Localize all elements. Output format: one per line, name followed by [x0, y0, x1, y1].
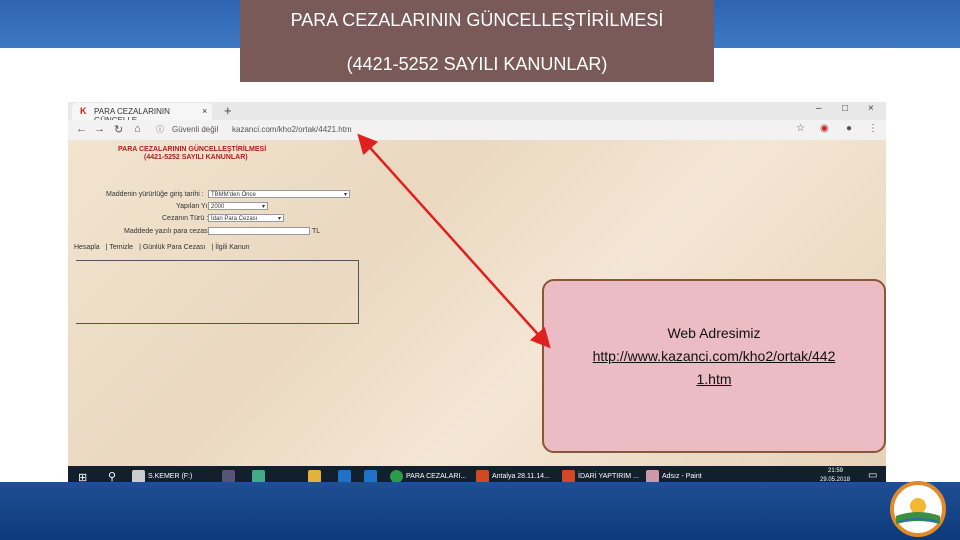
- ceza-select[interactable]: İdari Para Cezası ▾: [208, 214, 284, 222]
- result-box: [76, 260, 359, 324]
- currency-label: TL: [312, 228, 321, 235]
- home-icon[interactable]: ⌂: [134, 123, 141, 135]
- site-favicon-icon: K: [80, 106, 87, 116]
- taskbar-item-drive[interactable]: S.KEMER (F:): [148, 473, 192, 480]
- url-text: kazanci.com/kho2/ortak/4421.htm: [232, 125, 352, 134]
- year-select[interactable]: 2000 ▾: [208, 202, 268, 210]
- ceza-value: İdari Para Cezası: [211, 216, 258, 222]
- web-address-callout: Web Adresimiz http://www.kazanci.com/kho…: [542, 279, 886, 453]
- action-tabs: Hesapla | Temizle | Günlük Para Cezası | İl…: [74, 244, 250, 251]
- close-window-button[interactable]: ×: [868, 103, 874, 114]
- info-icon[interactable]: ⓘ: [156, 124, 164, 135]
- taskbar-item-ppt1[interactable]: Antalya 28.11.14...: [492, 473, 550, 480]
- ceza-label: Cezanın Türü :: [162, 215, 209, 222]
- chevron-down-icon: ▾: [261, 204, 265, 210]
- madde-select[interactable]: TBMM'den Önce ▾: [208, 190, 350, 198]
- calculate-tab[interactable]: Hesapla: [74, 244, 100, 251]
- menu-icon[interactable]: ⋮: [868, 123, 878, 134]
- new-tab-button[interactable]: +: [224, 103, 232, 118]
- madde-label: Maddenin yürürlüğe giriş tarihi :: [106, 191, 204, 198]
- maximize-button[interactable]: □: [842, 103, 848, 114]
- clock-time: 21:59: [828, 468, 844, 474]
- slide-title-line1: PARA CEZALARININ GÜNCELLEŞTİRİLMESİ: [290, 10, 664, 30]
- slide-title-line2: (4421-5252 SAYILI KANUNLAR): [346, 54, 608, 74]
- extension-icon[interactable]: ◉: [820, 123, 829, 134]
- browser-tab-bar: K PARA CEZALARININ GÜNCELLE × + – □ ×: [68, 102, 886, 125]
- chevron-down-icon: ▾: [343, 192, 347, 198]
- address-bar-row: ← → ↻ ⌂ ⓘ Güvenli değil kazanci.com/kho2…: [68, 120, 886, 141]
- miktar-input[interactable]: [208, 227, 310, 235]
- taskbar-item-paint[interactable]: Adsız - Paint: [662, 473, 702, 480]
- year-value: 2000: [211, 204, 225, 210]
- daily-fine-tab[interactable]: Günlük Para Cezası: [143, 244, 206, 251]
- back-icon[interactable]: ←: [76, 123, 87, 135]
- minimize-button[interactable]: –: [816, 103, 822, 114]
- chevron-down-icon: ▾: [277, 216, 281, 222]
- url-field[interactable]: ⓘ Güvenli değil kazanci.com/kho2/ortak/4…: [154, 122, 794, 137]
- related-law-tab[interactable]: İlgili Kanun: [215, 244, 249, 251]
- organization-logo: [890, 481, 946, 537]
- taskbar-item-ppt2[interactable]: İDARİ YAPTIRIM ...: [578, 473, 639, 480]
- browser-tab[interactable]: K PARA CEZALARININ GÜNCELLE ×: [72, 103, 212, 125]
- account-icon[interactable]: ●: [846, 123, 852, 134]
- page-heading: PARA CEZALARININ GÜNCELLEŞTİRİLMESİ: [118, 146, 267, 153]
- miktar-label: Maddede yazılı para cezası :: [124, 228, 214, 235]
- forward-icon[interactable]: →: [94, 123, 105, 135]
- taskbar-item-chrome[interactable]: PARA CEZALARI...: [406, 473, 466, 480]
- clear-tab[interactable]: Temizle: [109, 244, 133, 251]
- callout-heading: Web Adresimiz: [667, 325, 761, 341]
- slide-title-box: PARA CEZALARININ GÜNCELLEŞTİRİLMESİ (442…: [240, 0, 714, 82]
- notification-icon[interactable]: ▭: [868, 470, 877, 481]
- callout-url-line1[interactable]: http://www.kazanci.com/kho2/ortak/442: [544, 348, 884, 364]
- bookmark-star-icon[interactable]: ☆: [796, 123, 805, 134]
- security-status: Güvenli değil: [172, 125, 219, 134]
- madde-value: TBMM'den Önce: [211, 192, 256, 198]
- reload-icon[interactable]: ↻: [114, 123, 123, 136]
- callout-url-line2[interactable]: 1.htm: [544, 371, 884, 387]
- page-subheading: (4421-5252 SAYILI KANUNLAR): [144, 154, 248, 161]
- slide-bottom-band: [0, 482, 960, 540]
- tab-close-icon[interactable]: ×: [202, 106, 207, 116]
